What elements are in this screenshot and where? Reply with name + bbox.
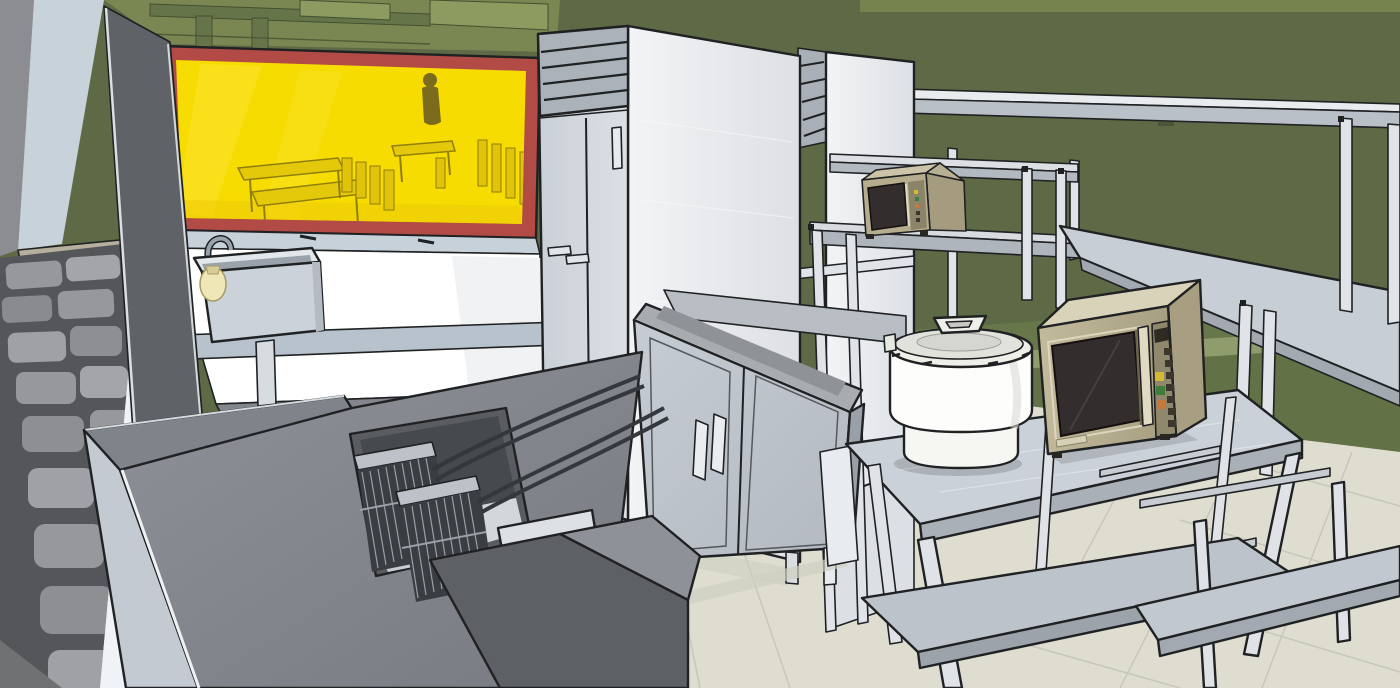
- button-yellow[interactable]: [1155, 372, 1164, 381]
- button-orange[interactable]: [1157, 400, 1166, 409]
- door-handle-right[interactable]: [566, 254, 589, 264]
- pass-window[interactable]: [162, 46, 540, 238]
- cabinet-handle[interactable]: [693, 420, 708, 480]
- microwave-small[interactable]: [862, 163, 966, 239]
- person-silhouette: [423, 73, 437, 87]
- door-handle[interactable]: [612, 127, 622, 169]
- green-wall-top-band: [860, 0, 1400, 12]
- wall-mark: [1158, 122, 1174, 126]
- viewport-3d[interactable]: 3D model render of a commercial kitchen …: [0, 0, 1400, 688]
- rice-cooker[interactable]: [884, 316, 1032, 476]
- microwave-large[interactable]: [1038, 280, 1206, 464]
- kitchen-3d-render: 3D model render of a commercial kitchen …: [0, 0, 1400, 688]
- button-green[interactable]: [1156, 386, 1165, 395]
- door-handle-left[interactable]: [548, 246, 571, 256]
- cabinet-handle-2[interactable]: [711, 414, 726, 474]
